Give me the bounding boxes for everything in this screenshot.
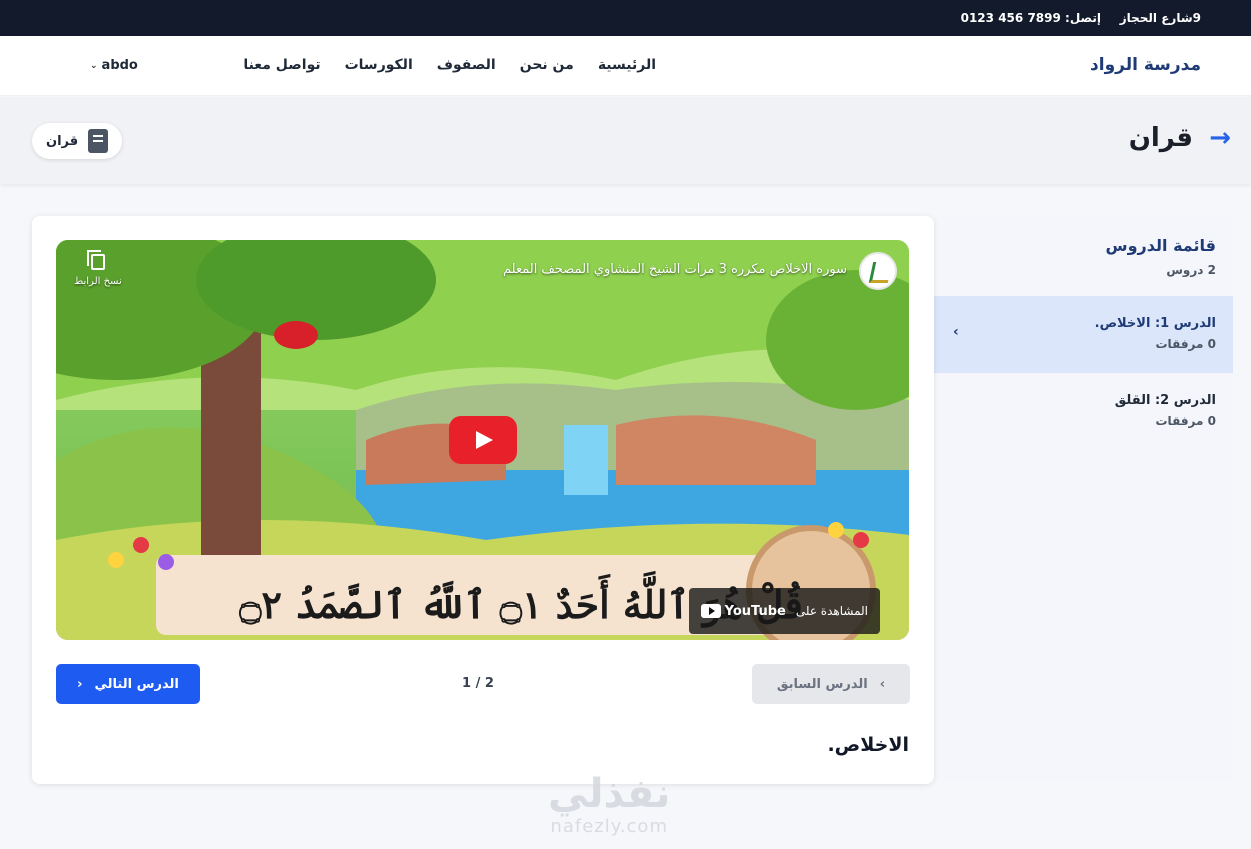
- page-title: قران: [1128, 123, 1193, 153]
- sidebar-title: قائمة الدروس: [1105, 236, 1216, 255]
- top-info-bar: 9شارع الحجاز إتصل: 7899 456 0123: [0, 0, 1251, 36]
- video-title[interactable]: سوره الاخلاص مكرره 3 مرات الشيخ المنشاوي…: [503, 262, 847, 277]
- lesson-list-sidebar: قائمة الدروس 2 دروس الدرس 1: الاخلاص. 0 …: [933, 216, 1233, 782]
- play-icon[interactable]: [449, 416, 517, 464]
- book-icon: [88, 129, 109, 153]
- copy-link-button[interactable]: نسخ الرابط: [74, 250, 122, 287]
- category-label: قران: [46, 133, 79, 149]
- watermark-logo: نفذلي nafezly.com: [548, 772, 670, 837]
- chevron-down-icon: ⌄: [90, 60, 98, 71]
- nav-link-courses[interactable]: الكورسات: [345, 57, 413, 73]
- youtube-wordmark: YouTube: [724, 603, 786, 619]
- chevron-right-icon: ›: [879, 676, 886, 692]
- main-navbar: مدرسة الرواد الرئيسية من نحن الصفوف الكو…: [0, 36, 1251, 96]
- youtube-logo: YouTube: [700, 603, 786, 619]
- address-text: 9شارع الحجاز: [1119, 11, 1201, 25]
- nav-link-contact[interactable]: تواصل معنا: [243, 57, 320, 73]
- copy-icon: [86, 250, 105, 270]
- chevron-left-icon: ‹: [77, 676, 83, 692]
- video-player[interactable]: قُلْ هُوَ ٱللَّهُ أَحَدٌ ۝١ ٱللَّهُ ٱلصَ…: [56, 240, 909, 640]
- sidebar-item-lesson-1[interactable]: الدرس 1: الاخلاص. 0 مرفقات ›: [933, 296, 1233, 373]
- lesson-count: 2 دروس: [1166, 263, 1216, 277]
- watermark-arabic: نفذلي: [548, 771, 671, 817]
- sidebar-item-lesson-2[interactable]: الدرس 2: القلق 0 مرفقات: [933, 373, 1233, 450]
- lesson-attachments: 0 مرفقات: [1155, 414, 1217, 428]
- lesson-content-card: قُلْ هُوَ ٱللَّهُ أَحَدٌ ۝١ ٱللَّهُ ٱلصَ…: [32, 216, 934, 784]
- nav-link-grades[interactable]: الصفوف: [437, 57, 496, 73]
- lesson-title: الدرس 1: الاخلاص.: [1094, 316, 1216, 331]
- nav-link-about[interactable]: من نحن: [520, 57, 574, 73]
- lesson-heading: الاخلاص.: [827, 734, 909, 756]
- lesson-title: الدرس 2: القلق: [1114, 393, 1216, 408]
- page-header: → قران قران: [0, 97, 1251, 184]
- watch-on-youtube-button[interactable]: المشاهدة على YouTube: [688, 588, 880, 634]
- nav-links: الرئيسية من نحن الصفوف الكورسات تواصل مع…: [243, 57, 656, 73]
- user-menu[interactable]: ⌄ abdo: [90, 58, 138, 73]
- lesson-counter: 1 / 2: [462, 676, 494, 691]
- category-chip[interactable]: قران: [32, 123, 123, 159]
- copy-link-label: نسخ الرابط: [74, 276, 122, 287]
- brand-logo-text[interactable]: مدرسة الرواد: [1090, 55, 1201, 75]
- channel-avatar[interactable]: [859, 252, 897, 290]
- user-name: abdo: [101, 58, 138, 73]
- sidebar-header: قائمة الدروس 2 دروس: [933, 216, 1233, 277]
- next-lesson-button[interactable]: الدرس التالي ‹: [56, 664, 200, 704]
- watch-on-label: المشاهدة على: [795, 604, 868, 618]
- youtube-icon: [700, 604, 721, 618]
- phone-text: إتصل: 7899 456 0123: [960, 11, 1101, 25]
- watermark-english: nafezly.com: [550, 816, 668, 837]
- chevron-left-icon: ›: [953, 324, 959, 340]
- lesson-attachments: 0 مرفقات: [1155, 337, 1217, 351]
- next-lesson-label: الدرس التالي: [94, 676, 179, 692]
- previous-lesson-button[interactable]: › الدرس السابق: [752, 664, 910, 704]
- previous-lesson-label: الدرس السابق: [776, 676, 868, 692]
- nav-link-home[interactable]: الرئيسية: [598, 57, 656, 73]
- arrow-right-icon[interactable]: →: [1209, 123, 1231, 153]
